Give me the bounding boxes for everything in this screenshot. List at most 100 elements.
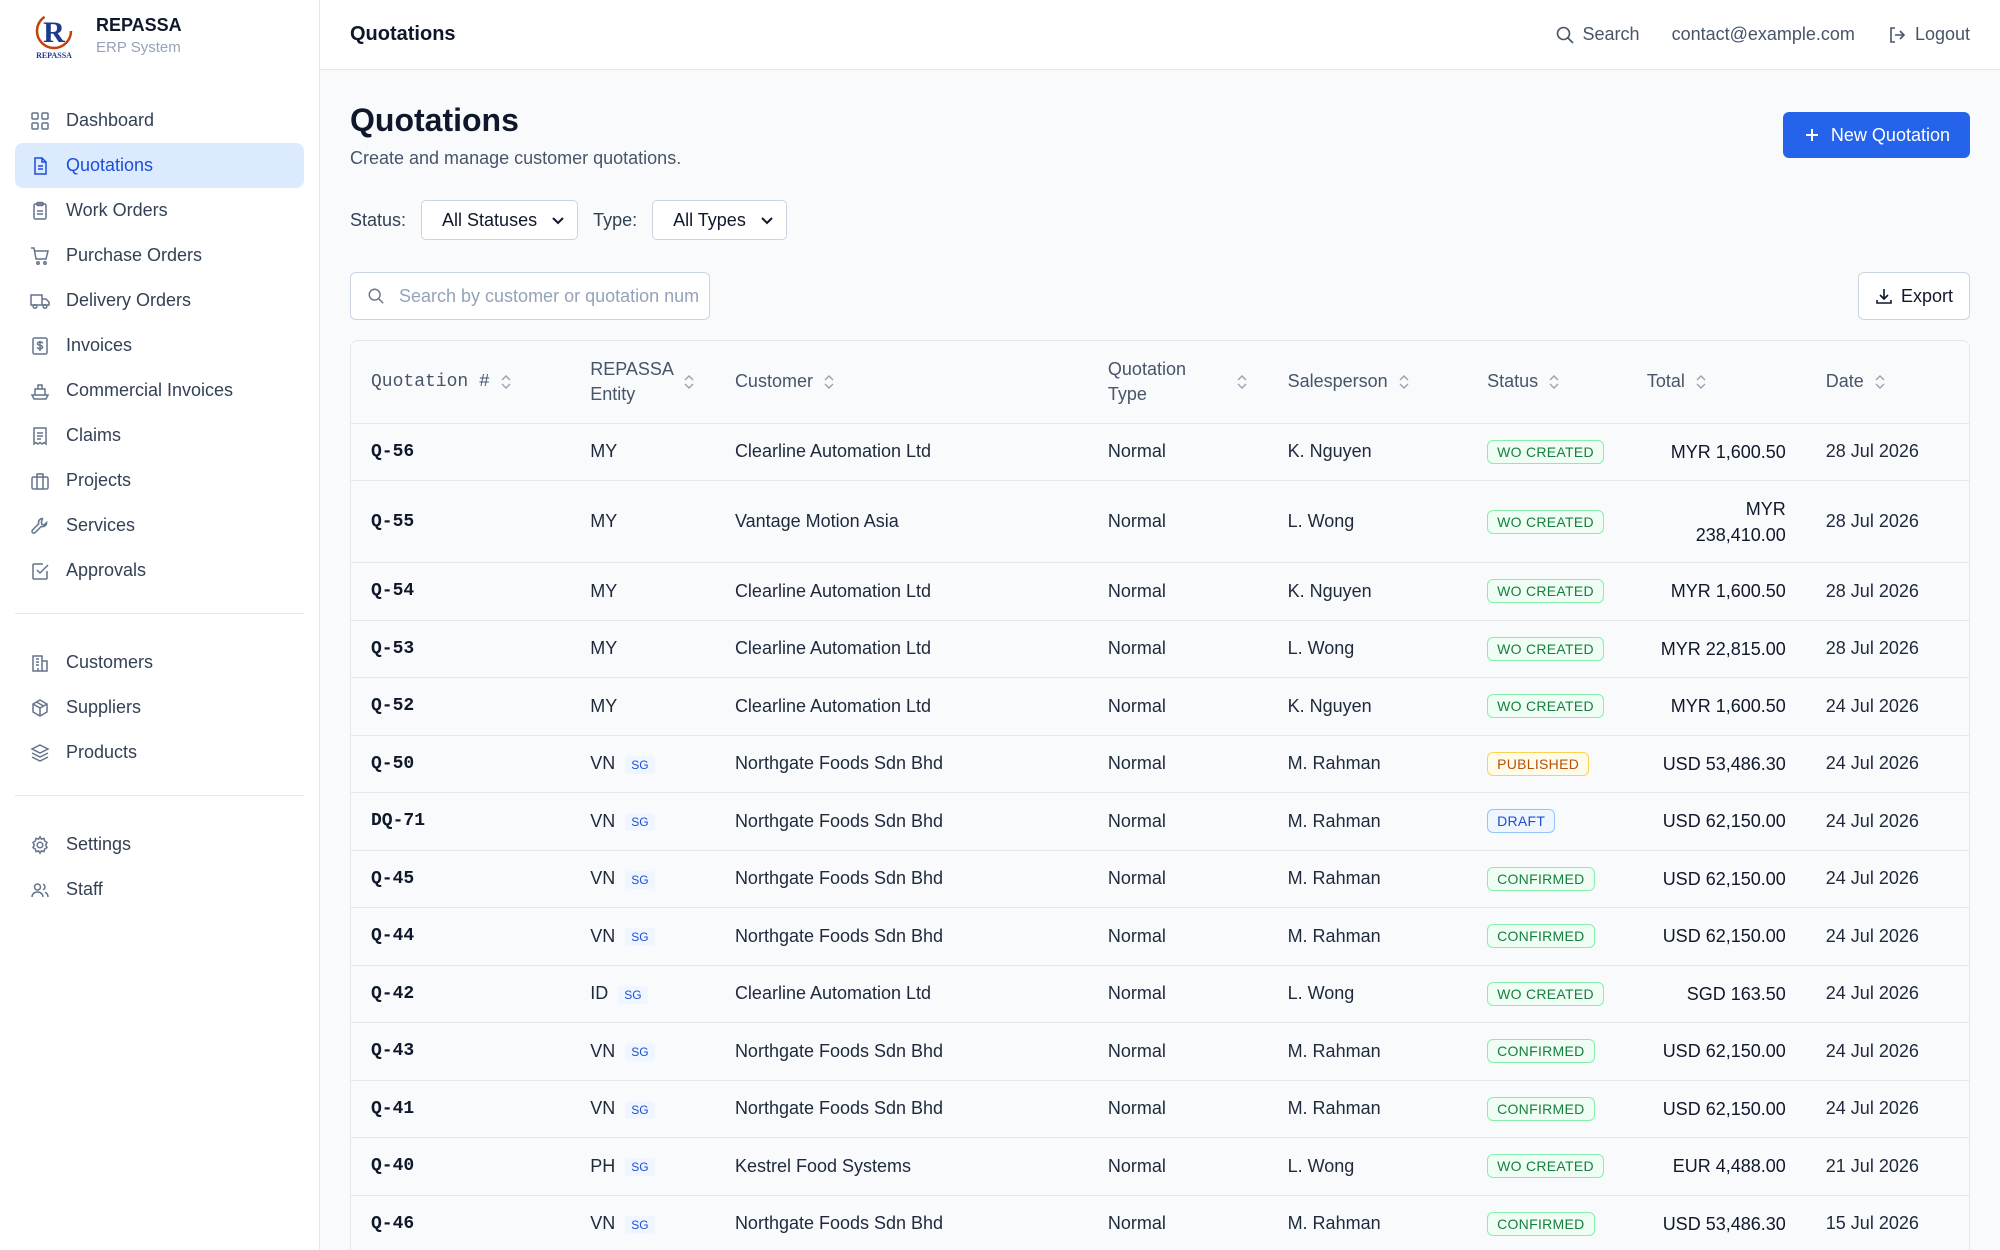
quotation-number[interactable]: Q-52 bbox=[351, 677, 571, 736]
entity-cell: MY bbox=[570, 423, 715, 481]
date-cell: 24 Jul 2026 bbox=[1805, 850, 1969, 908]
sidebar-item-label: Claims bbox=[66, 425, 122, 445]
type-filter-select[interactable]: All Types bbox=[652, 200, 787, 240]
sidebar-item-dashboard[interactable]: Dashboard bbox=[15, 98, 304, 143]
sidebar-divider bbox=[15, 795, 304, 796]
sidebar-divider bbox=[15, 613, 304, 614]
column-header-salesperson[interactable]: Salesperson bbox=[1267, 341, 1468, 424]
quotation-number[interactable]: Q-43 bbox=[351, 1022, 571, 1081]
column-header-total[interactable]: Total bbox=[1626, 341, 1806, 424]
quotation-type-cell: Normal bbox=[1087, 480, 1268, 563]
export-button[interactable]: Export bbox=[1857, 272, 1970, 320]
status-cell: WO CREATED bbox=[1467, 965, 1627, 1023]
quotation-number[interactable]: Q-56 bbox=[351, 423, 571, 481]
entity-code: VN bbox=[590, 753, 616, 774]
sidebar-item-products[interactable]: Products bbox=[15, 730, 304, 775]
customer-cell: Clearline Automation Ltd bbox=[714, 620, 1088, 678]
quotation-type-cell: Normal bbox=[1087, 562, 1268, 621]
quotation-number[interactable]: Q-40 bbox=[351, 1137, 571, 1196]
column-header-quotation-number[interactable]: Quotation # bbox=[351, 341, 571, 424]
table-row[interactable]: Q-56 MY Clearline Automation Ltd Normal K. N… bbox=[351, 423, 1969, 481]
brand-name: REPASSA bbox=[96, 14, 182, 35]
entity-sub-badge: SG bbox=[625, 870, 655, 889]
column-header-status[interactable]: Status bbox=[1467, 341, 1627, 424]
svg-text:R: R bbox=[43, 16, 65, 49]
quotation-number[interactable]: Q-54 bbox=[351, 562, 571, 621]
search-input[interactable] bbox=[399, 285, 699, 307]
salesperson-cell: L. Wong bbox=[1267, 1137, 1468, 1196]
table-row[interactable]: Q-42 ID SG Clearline Automation Ltd Normal L.… bbox=[351, 965, 1969, 1023]
sidebar-item-delivery-orders[interactable]: Delivery Orders bbox=[15, 278, 304, 323]
table-row[interactable]: Q-41 VN SG Northgate Foods Sdn Bhd Normal M. … bbox=[351, 1080, 1969, 1138]
sort-icon bbox=[1399, 374, 1409, 389]
table-row[interactable]: DQ-71 VN SG Northgate Foods Sdn Bhd Normal M.… bbox=[351, 792, 1969, 851]
sidebar-item-suppliers[interactable]: Suppliers bbox=[15, 685, 304, 730]
user-email[interactable]: contact@example.com bbox=[1672, 24, 1855, 45]
status-cell: CONFIRMED bbox=[1467, 1022, 1627, 1081]
sidebar-item-quotations[interactable]: Quotations bbox=[15, 143, 304, 188]
sidebar-item-customers[interactable]: Customers bbox=[15, 640, 304, 685]
column-header-quotation-type[interactable]: Quotation Type bbox=[1087, 341, 1268, 424]
quotation-number[interactable]: Q-46 bbox=[351, 1195, 571, 1250]
sidebar-item-work-orders[interactable]: Work Orders bbox=[15, 188, 304, 233]
table-row[interactable]: Q-52 MY Clearline Automation Ltd Normal K. N… bbox=[351, 677, 1969, 736]
sidebar-item-invoices[interactable]: Invoices bbox=[15, 323, 304, 368]
quotation-number[interactable]: Q-53 bbox=[351, 620, 571, 678]
sidebar-item-claims[interactable]: Claims bbox=[15, 413, 304, 458]
status-badge: DRAFT bbox=[1487, 809, 1556, 834]
table-row[interactable]: Q-40 PH SG Kestrel Food Systems Normal L. Won… bbox=[351, 1137, 1969, 1196]
status-filter-select[interactable]: All Statuses bbox=[421, 200, 579, 240]
quotation-type-cell: Normal bbox=[1087, 907, 1268, 966]
salesperson-cell: M. Rahman bbox=[1267, 850, 1468, 908]
truck-icon bbox=[30, 293, 50, 309]
quotation-number[interactable]: Q-42 bbox=[351, 965, 571, 1023]
column-header-entity[interactable]: REPASSA Entity bbox=[570, 341, 715, 424]
table-row[interactable]: Q-54 MY Clearline Automation Ltd Normal K. N… bbox=[351, 562, 1969, 621]
quotation-number[interactable]: Q-41 bbox=[351, 1080, 571, 1138]
sidebar-item-label: Services bbox=[66, 515, 136, 535]
table-row[interactable]: Q-46 VN SG Northgate Foods Sdn Bhd Normal M. … bbox=[351, 1195, 1969, 1250]
sidebar-item-approvals[interactable]: Approvals bbox=[15, 548, 304, 593]
quotation-number[interactable]: Q-44 bbox=[351, 907, 571, 966]
sidebar-item-services[interactable]: Services bbox=[15, 503, 304, 548]
invoice-icon bbox=[32, 336, 48, 355]
quotation-number[interactable]: Q-50 bbox=[351, 735, 571, 793]
new-quotation-button[interactable]: New Quotation bbox=[1782, 112, 1970, 158]
brand[interactable]: R REPASSA REPASSA ERP System bbox=[0, 0, 319, 70]
sidebar-item-commercial-invoices[interactable]: Commercial Invoices bbox=[15, 368, 304, 413]
quotation-number[interactable]: DQ-71 bbox=[351, 792, 571, 851]
table-row[interactable]: Q-44 VN SG Northgate Foods Sdn Bhd Normal M. … bbox=[351, 907, 1969, 966]
status-filter-value: All Statuses bbox=[442, 209, 538, 230]
entity-sub-badge: SG bbox=[625, 1158, 655, 1176]
sidebar-item-purchase-orders[interactable]: Purchase Orders bbox=[15, 233, 304, 278]
table-row[interactable]: Q-45 VN SG Northgate Foods Sdn Bhd Normal M. … bbox=[351, 850, 1969, 908]
sidebar-item-label: Commercial Invoices bbox=[66, 380, 234, 400]
logout-label: Logout bbox=[1914, 24, 1970, 44]
entity-cell: VN SG bbox=[570, 735, 715, 793]
entity-cell: VN SG bbox=[570, 1080, 715, 1138]
receipt-icon bbox=[33, 426, 47, 445]
sidebar-item-label: Work Orders bbox=[66, 200, 168, 220]
table-header-row: Quotation # REPASSA Entity Customer Quot… bbox=[351, 341, 1969, 424]
sidebar-item-settings[interactable]: Settings bbox=[15, 822, 304, 867]
table-row[interactable]: Q-43 VN SG Northgate Foods Sdn Bhd Normal M. … bbox=[351, 1022, 1969, 1081]
sidebar-item-label: Quotations bbox=[66, 155, 154, 175]
entity-code: VN bbox=[590, 1040, 616, 1061]
table-row[interactable]: Q-53 MY Clearline Automation Ltd Normal L. W… bbox=[351, 620, 1969, 678]
date-cell: 28 Jul 2026 bbox=[1805, 562, 1969, 621]
sidebar-item-projects[interactable]: Projects bbox=[15, 458, 304, 503]
total-cell: EUR 4,488.00 bbox=[1626, 1137, 1806, 1196]
search-icon bbox=[1556, 26, 1574, 44]
sidebar-item-staff[interactable]: Staff bbox=[15, 867, 304, 912]
table-row[interactable]: Q-55 MY Vantage Motion Asia Normal L. Wong WO… bbox=[351, 480, 1969, 563]
quotation-number[interactable]: Q-45 bbox=[351, 850, 571, 908]
sort-icon bbox=[1875, 374, 1885, 389]
entity-cell: VN SG bbox=[570, 1022, 715, 1081]
column-header-date[interactable]: Date bbox=[1805, 341, 1969, 424]
column-header-customer[interactable]: Customer bbox=[714, 341, 1088, 424]
salesperson-cell: L. Wong bbox=[1267, 965, 1468, 1023]
quotation-number[interactable]: Q-55 bbox=[351, 480, 571, 563]
logout-button[interactable]: Logout bbox=[1887, 24, 1970, 45]
topbar-search-button[interactable]: Search bbox=[1555, 24, 1640, 45]
table-row[interactable]: Q-50 VN SG Northgate Foods Sdn Bhd Normal M. … bbox=[351, 735, 1969, 793]
